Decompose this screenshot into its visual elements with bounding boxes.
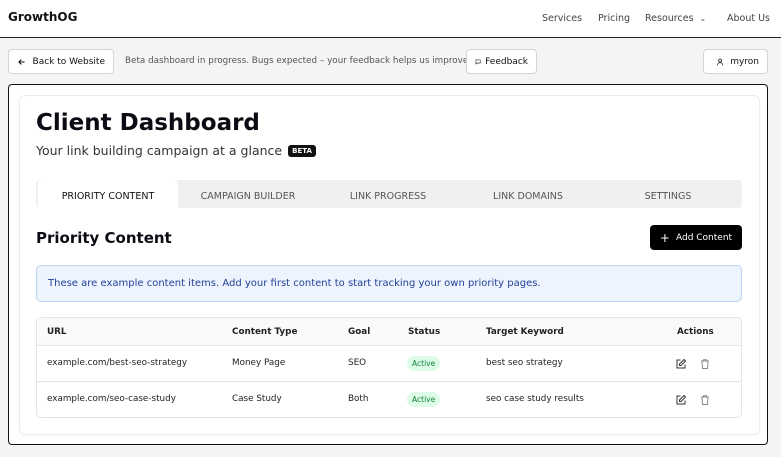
section-title: Priority Content <box>36 229 172 247</box>
tab-link-domains[interactable]: LINK DOMAINS <box>458 180 598 208</box>
user-icon <box>717 58 724 65</box>
trash-icon[interactable] <box>698 393 712 407</box>
nav-link-pricing[interactable]: Pricing <box>598 13 630 24</box>
page-subtitle: Your link building campaign at a glance B… <box>36 143 316 158</box>
cell-url[interactable]: example.com/seo-case-study <box>47 394 176 404</box>
arrow-left-icon <box>18 58 25 65</box>
table-header: URL Content Type Goal Status Target Keyw… <box>37 318 741 346</box>
status-badge: Active <box>407 356 441 371</box>
add-content-label: Add Content <box>675 232 733 243</box>
back-to-website-label: Back to Website <box>32 56 105 67</box>
dashboard-tabs: PRIORITY CONTENT CAMPAIGN BUILDER LINK P… <box>36 180 742 208</box>
chevron-down-icon: ⌄ <box>699 14 707 23</box>
tab-settings[interactable]: SETTINGS <box>598 180 738 208</box>
trash-icon[interactable] <box>698 357 712 371</box>
column-header-actions: Actions <box>677 327 714 337</box>
plus-icon: + <box>659 230 670 245</box>
column-header-target-keyword: Target Keyword <box>486 327 564 337</box>
beta-notice: Beta dashboard in progress. Bugs expecte… <box>125 56 469 66</box>
nav-link-about[interactable]: About Us <box>727 13 770 24</box>
cell-content-type: Money Page <box>232 358 286 368</box>
info-alert: These are example content items. Add you… <box>36 265 742 302</box>
status-badge: Active <box>407 392 441 407</box>
tab-campaign-builder[interactable]: CAMPAIGN BUILDER <box>178 180 318 208</box>
feedback-label: Feedback <box>485 56 528 67</box>
column-header-content-type: Content Type <box>232 327 298 337</box>
user-name: myron <box>730 56 759 67</box>
top-navigation: GrowthOG Services Pricing Resources ⌄ Abo… <box>0 0 781 38</box>
table-row: example.com/seo-case-study Case Study Bo… <box>37 382 741 417</box>
beta-badge: BETA <box>288 145 316 157</box>
add-content-button[interactable]: + Add Content <box>650 225 742 250</box>
cell-goal: Both <box>348 394 369 404</box>
dashboard-frame: Client Dashboard Your link building camp… <box>8 84 768 445</box>
edit-icon[interactable] <box>674 357 688 371</box>
table-row: example.com/best-seo-strategy Money Page… <box>37 346 741 382</box>
column-header-goal: Goal <box>348 327 371 337</box>
page-title: Client Dashboard <box>36 110 260 136</box>
nav-link-services[interactable]: Services <box>542 13 582 24</box>
column-header-url: URL <box>47 327 67 337</box>
cell-goal: SEO <box>348 358 367 368</box>
column-header-status: Status <box>408 327 441 337</box>
nav-link-resources-label: Resources <box>645 13 694 24</box>
cell-target-keyword: best seo strategy <box>486 358 563 368</box>
cell-target-keyword: seo case study results <box>486 394 584 404</box>
priority-content-table: URL Content Type Goal Status Target Keyw… <box>36 317 742 418</box>
user-menu-button[interactable]: myron <box>703 49 768 74</box>
back-to-website-button[interactable]: Back to Website <box>8 49 114 74</box>
dashboard-toolbar: Back to Website Beta dashboard in progre… <box>0 39 781 83</box>
edit-icon[interactable] <box>674 393 688 407</box>
feedback-button[interactable]: Feedback <box>466 49 537 74</box>
nav-link-resources[interactable]: Resources ⌄ <box>645 13 706 24</box>
brand-logo[interactable]: GrowthOG <box>8 10 77 24</box>
dashboard-card: Client Dashboard Your link building camp… <box>20 96 759 434</box>
cell-url[interactable]: example.com/best-seo-strategy <box>47 358 187 368</box>
cell-content-type: Case Study <box>232 394 282 404</box>
page-subtitle-text: Your link building campaign at a glance <box>36 143 283 158</box>
tab-priority-content[interactable]: PRIORITY CONTENT <box>38 180 178 208</box>
tab-link-progress[interactable]: LINK PROGRESS <box>318 180 458 208</box>
message-square-icon <box>475 59 481 65</box>
